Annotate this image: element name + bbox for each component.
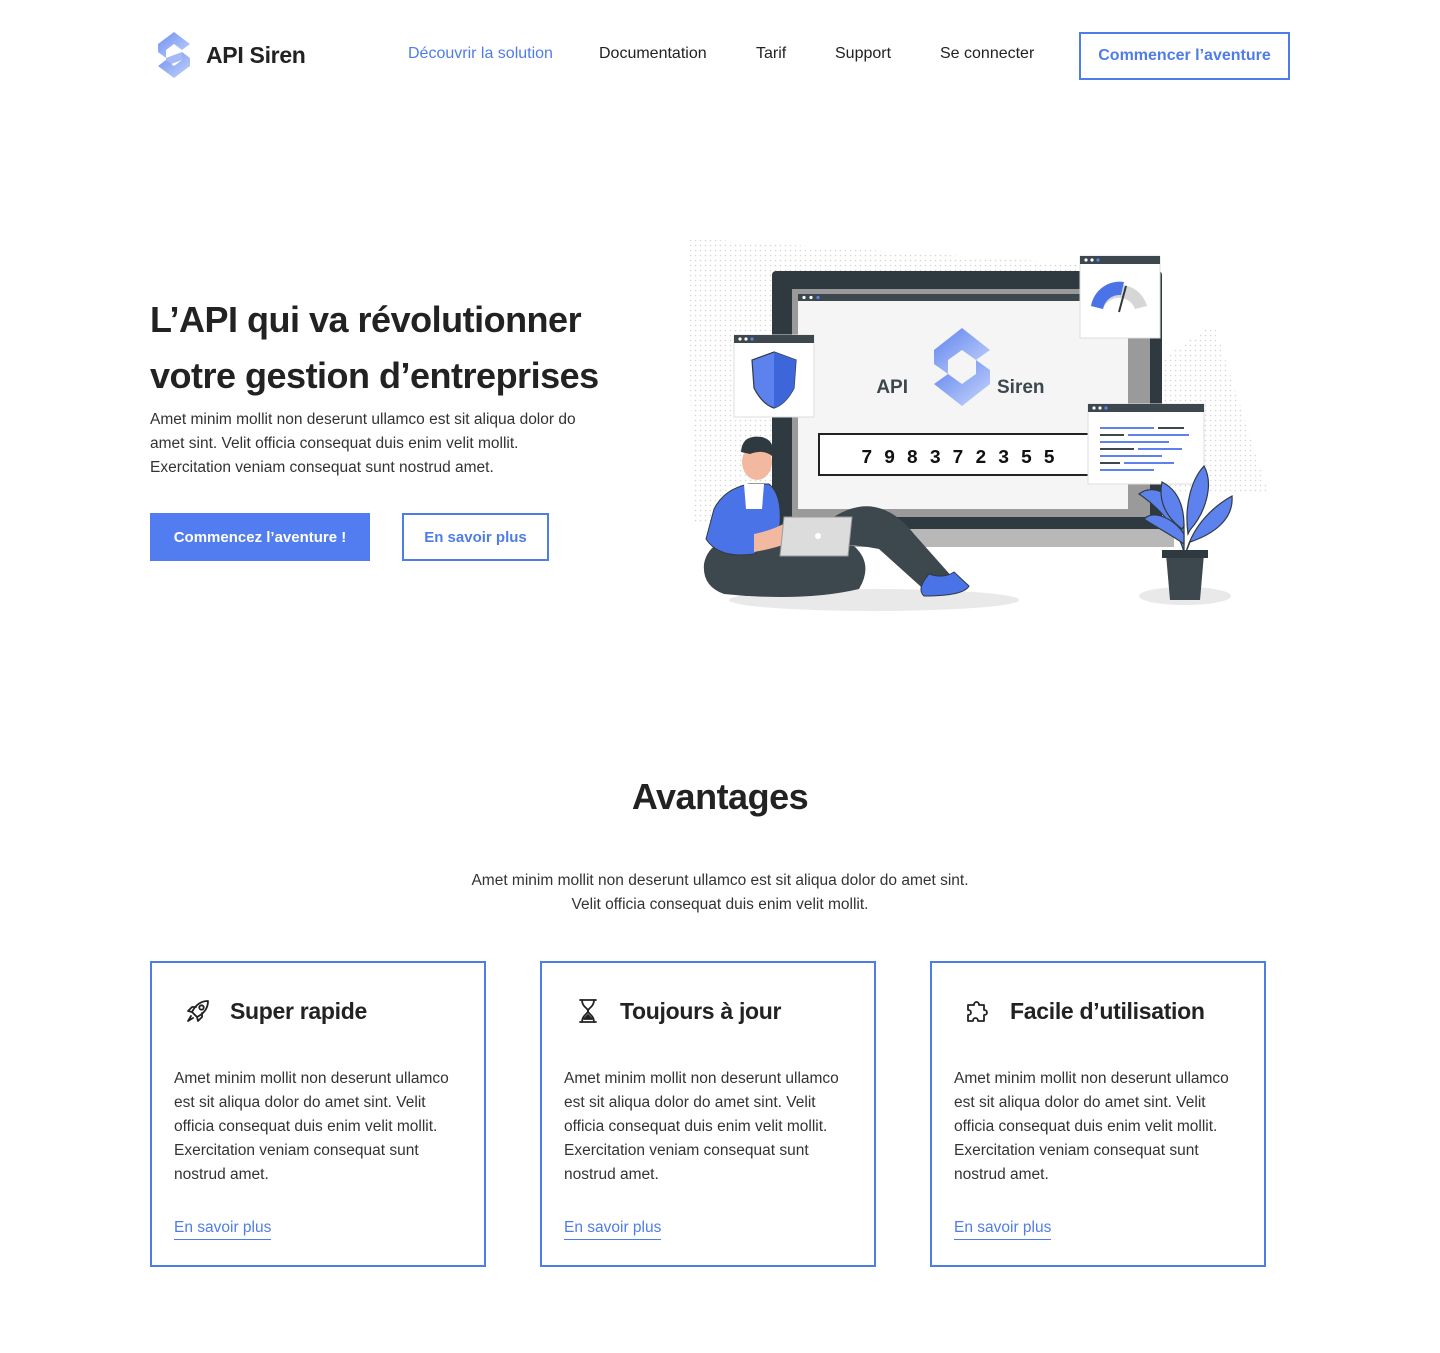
- card-body: Amet minim mollit non deserunt ullamco e…: [564, 1070, 839, 1183]
- card-title: Toujours à jour: [620, 997, 782, 1024]
- logo-icon: [156, 31, 192, 79]
- hero-description: Amet minim mollit non deserunt ullamco e…: [150, 411, 576, 476]
- advantage-card-uptodate: Toujours à jour Amet minim mollit non de…: [540, 961, 876, 1267]
- brand-logo[interactable]: API Siren: [156, 31, 306, 79]
- nav-item-support[interactable]: Support: [835, 45, 891, 63]
- card-learn-more-link[interactable]: En savoir plus: [174, 1219, 272, 1240]
- learn-more-button[interactable]: En savoir plus: [402, 513, 549, 561]
- nav-item-tarif[interactable]: Tarif: [756, 45, 786, 63]
- card-learn-more-link[interactable]: En savoir plus: [954, 1219, 1052, 1240]
- nav-item-documentation[interactable]: Documentation: [599, 45, 707, 63]
- rocket-icon: [184, 997, 212, 1025]
- nav-item-decouvrir[interactable]: Découvrir la solution: [408, 45, 553, 63]
- advantages-description-line-1: Amet minim mollit non deserunt ullamco e…: [471, 872, 969, 889]
- card-title: Facile d’utilisation: [1010, 997, 1205, 1024]
- card-body: Amet minim mollit non deserunt ullamco e…: [954, 1070, 1229, 1183]
- siren-number: 7 9 8 3 7 2 3 5 5: [861, 447, 1055, 469]
- screen-logo-api: API: [876, 377, 908, 398]
- advantages-description: Amet minim mollit non deserunt ullamco e…: [420, 869, 1020, 917]
- puzzle-icon: [964, 997, 992, 1025]
- hero-illustration: API Siren 7 9 8 3 7 2 3 5 5: [684, 234, 1274, 614]
- hourglass-icon: [574, 997, 602, 1025]
- brand-name: API Siren: [206, 41, 306, 68]
- advantage-card-easy: Facile d’utilisation Amet minim mollit n…: [930, 961, 1266, 1267]
- card-title: Super rapide: [230, 997, 367, 1024]
- advantage-card-speed: Super rapide Amet minim mollit non deser…: [150, 961, 486, 1267]
- start-adventure-button[interactable]: Commencez l’aventure !: [150, 513, 370, 561]
- screen-logo-siren: Siren: [997, 377, 1045, 398]
- card-body: Amet minim mollit non deserunt ullamco e…: [174, 1070, 449, 1183]
- advantages-title: Avantages: [631, 776, 809, 817]
- card-learn-more-link[interactable]: En savoir plus: [564, 1219, 662, 1240]
- hero-title-line-1: L’API qui va révolutionner: [150, 299, 582, 340]
- header-cta-button[interactable]: Commencer l’aventure: [1079, 32, 1290, 80]
- nav-item-login[interactable]: Se connecter: [940, 45, 1034, 63]
- hero-title: L’API qui va révolutionner votre gestion…: [150, 292, 670, 404]
- hero-title-line-2: votre gestion d’entreprises: [150, 355, 599, 396]
- advantages-description-line-2: Velit officia consequat duis enim velit …: [571, 896, 869, 913]
